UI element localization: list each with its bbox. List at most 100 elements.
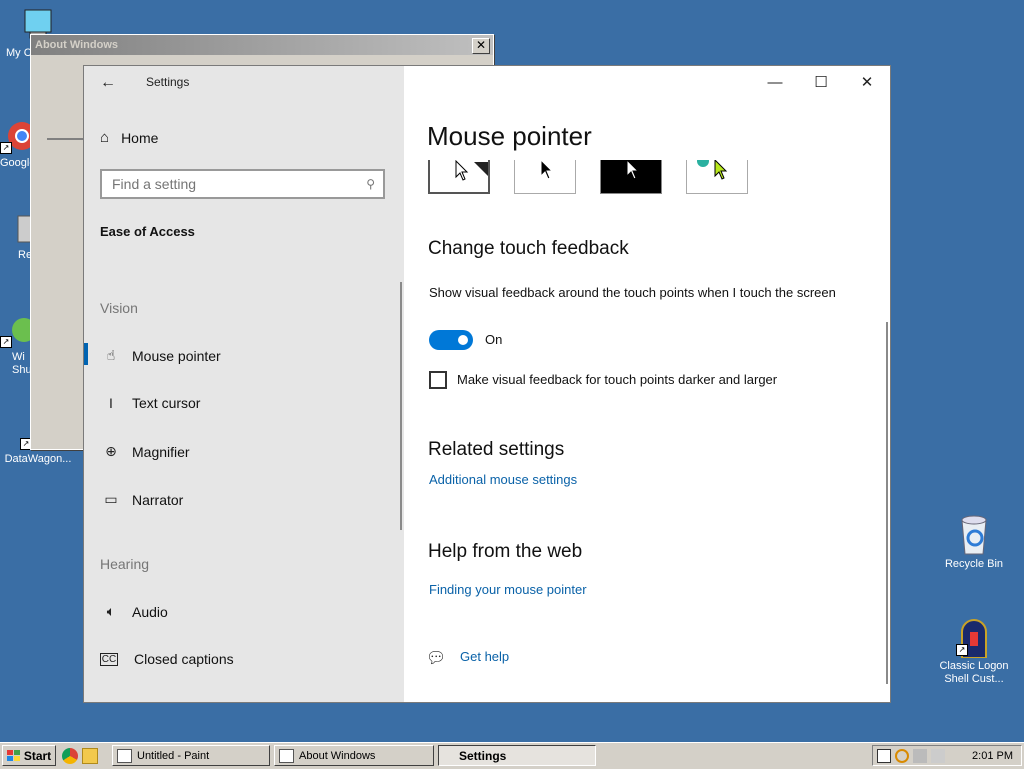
touch-feedback-heading: Change touch feedback [428, 238, 629, 259]
touch-feedback-toggle[interactable] [429, 330, 473, 350]
about-windows-titlebar[interactable]: About Windows [31, 35, 493, 55]
sidebar-item-narrator[interactable]: ▭ Narrator [100, 491, 183, 508]
about-divider [47, 138, 83, 140]
desktop-icon-label: Google [0, 157, 36, 169]
cursor-arrow-icon [714, 160, 728, 180]
additional-mouse-settings-link[interactable]: Additional mouse settings [429, 472, 577, 487]
taskbar-item-paint[interactable]: Untitled - Paint [112, 745, 270, 766]
desktop-icon-google-chrome[interactable]: ↗ Google [0, 118, 36, 170]
darker-larger-label[interactable]: Make visual feedback for touch points da… [457, 372, 777, 387]
darker-larger-checkbox[interactable] [429, 371, 447, 389]
home-label: Home [121, 129, 159, 146]
start-label: Start [23, 748, 52, 763]
desktop-icon-classic-logon[interactable]: ↗ Classic Logon Shell Cust... [936, 614, 1012, 686]
system-tray: 2:01 PM [872, 745, 1022, 766]
home-icon: ⌂ [100, 129, 110, 146]
sidebar-item-label: Magnifier [132, 443, 190, 460]
logon-shell-icon: ↗ [956, 614, 992, 659]
cursor-arrow-icon [540, 160, 554, 180]
category-vision: Vision [100, 300, 138, 316]
sidebar-item-label: Narrator [132, 491, 184, 508]
pointer-style-options [428, 160, 768, 202]
desktop-icon-recycle-partial[interactable]: Re [0, 210, 34, 262]
pointer-style-inverted[interactable] [600, 160, 662, 194]
desktop-icon-windows-shortcut[interactable]: ↗ Wi Shu [0, 312, 36, 377]
folder-quicklaunch-icon[interactable] [82, 748, 98, 764]
quick-launch [62, 748, 98, 764]
task-label: Untitled - Paint [137, 749, 210, 762]
taskbar: Start Untitled - Paint About Windows Set… [0, 742, 1024, 769]
sidebar-item-label: Mouse pointer [132, 347, 221, 364]
sidebar-item-audio[interactable]: 🔈︎ Audio [100, 603, 168, 620]
close-button[interactable]: ✕ [844, 66, 890, 98]
tray-icons [877, 748, 945, 763]
pointer-style-black[interactable] [514, 160, 576, 194]
desktop-icon-label: Wi Shu [12, 351, 32, 376]
toggle-state-label: On [485, 332, 503, 347]
about-windows-close-button[interactable]: ✕ [472, 38, 490, 54]
start-button[interactable]: Start [2, 745, 56, 766]
finding-mouse-pointer-link[interactable]: Finding your mouse pointer [429, 582, 587, 597]
cursor-arrow-icon [455, 160, 469, 181]
clock[interactable]: 2:01 PM [972, 750, 1013, 762]
search-tray-icon[interactable] [895, 748, 909, 763]
chrome-quicklaunch-icon[interactable] [62, 748, 78, 764]
window-icon [279, 748, 294, 763]
settings-window[interactable]: ← Settings ⌂ Home ⚲ Ease of Access Visio… [83, 65, 891, 703]
pointer-style-custom[interactable] [686, 160, 748, 194]
desktop-icon-label: Classic Logon Shell Cust... [939, 660, 1009, 685]
pointer-style-white[interactable] [428, 160, 490, 194]
shortcut-arrow-icon: ↗ [0, 142, 12, 154]
corner-indicator-icon [474, 162, 488, 176]
cursor-arrow-icon [626, 160, 640, 180]
text-cursor-icon: I [109, 395, 113, 411]
window-controls: — ☐ ✕ [752, 66, 890, 98]
sidebar-item-text-cursor[interactable]: I Text cursor [100, 395, 200, 411]
content-scrollbar[interactable] [886, 322, 888, 684]
search-icon[interactable]: ⚲ [366, 177, 375, 191]
sidebar-item-magnifier[interactable]: ⊕ Magnifier [100, 443, 190, 460]
paint-icon [117, 748, 132, 763]
settings-sidebar: ← Settings ⌂ Home ⚲ Ease of Access Visio… [84, 66, 404, 702]
sidebar-item-label: Closed captions [134, 651, 234, 667]
windows-logo-icon [6, 749, 20, 761]
task-label: About Windows [299, 749, 376, 762]
page-title: Mouse pointer [427, 121, 592, 151]
home-nav-item[interactable]: ⌂ Home [100, 129, 158, 146]
volume-icon[interactable] [931, 748, 945, 763]
sidebar-scrollbar[interactable] [400, 282, 402, 530]
shortcut-arrow-icon: ↗ [956, 644, 968, 656]
taskbar-item-about-windows[interactable]: About Windows [274, 745, 434, 766]
settings-content: — ☐ ✕ Mouse pointer Change touch feedbac… [404, 66, 890, 702]
desktop-icon-recycle-bin[interactable]: Recycle Bin [936, 512, 1012, 571]
sidebar-item-mouse-pointer[interactable]: ☝ Mouse pointer [84, 343, 221, 365]
hand-pointer-icon: ☝ [106, 347, 116, 363]
search-input[interactable] [110, 175, 367, 193]
app-title: Settings [146, 75, 190, 89]
related-settings-heading: Related settings [428, 439, 565, 460]
sidebar-item-label: Audio [132, 603, 168, 620]
closed-captions-icon: CC [100, 652, 118, 666]
taskbar-item-settings[interactable]: Settings [438, 745, 596, 766]
desktop-icon-label: Re [18, 249, 33, 261]
category-hearing: Hearing [100, 556, 150, 572]
network-icon[interactable] [913, 748, 927, 763]
task-label: Settings [459, 748, 507, 763]
shield-icon[interactable] [877, 748, 891, 763]
get-help-link[interactable]: Get help [460, 649, 509, 664]
sidebar-item-label: Text cursor [132, 395, 201, 411]
search-box[interactable]: ⚲ [100, 169, 385, 199]
desktop-icon-label: Recycle Bin [944, 558, 1004, 570]
recycle-bin-icon [956, 512, 992, 555]
sidebar-item-closed-captions[interactable]: CC Closed captions [100, 651, 234, 667]
desktop-icon-label: DataWagon... [4, 453, 72, 465]
section-heading: Ease of Access [100, 224, 195, 239]
maximize-button[interactable]: ☐ [798, 66, 844, 98]
minimize-button[interactable]: — [752, 66, 798, 98]
get-help-icon[interactable]: 💬︎ [426, 648, 446, 668]
shortcut-arrow-icon: ↗ [0, 336, 12, 348]
magnifier-icon: ⊕ [105, 443, 117, 459]
narrator-icon: ▭ [104, 491, 118, 507]
back-arrow-icon[interactable]: ← [100, 74, 116, 92]
speaker-icon: 🔈︎ [106, 603, 116, 619]
